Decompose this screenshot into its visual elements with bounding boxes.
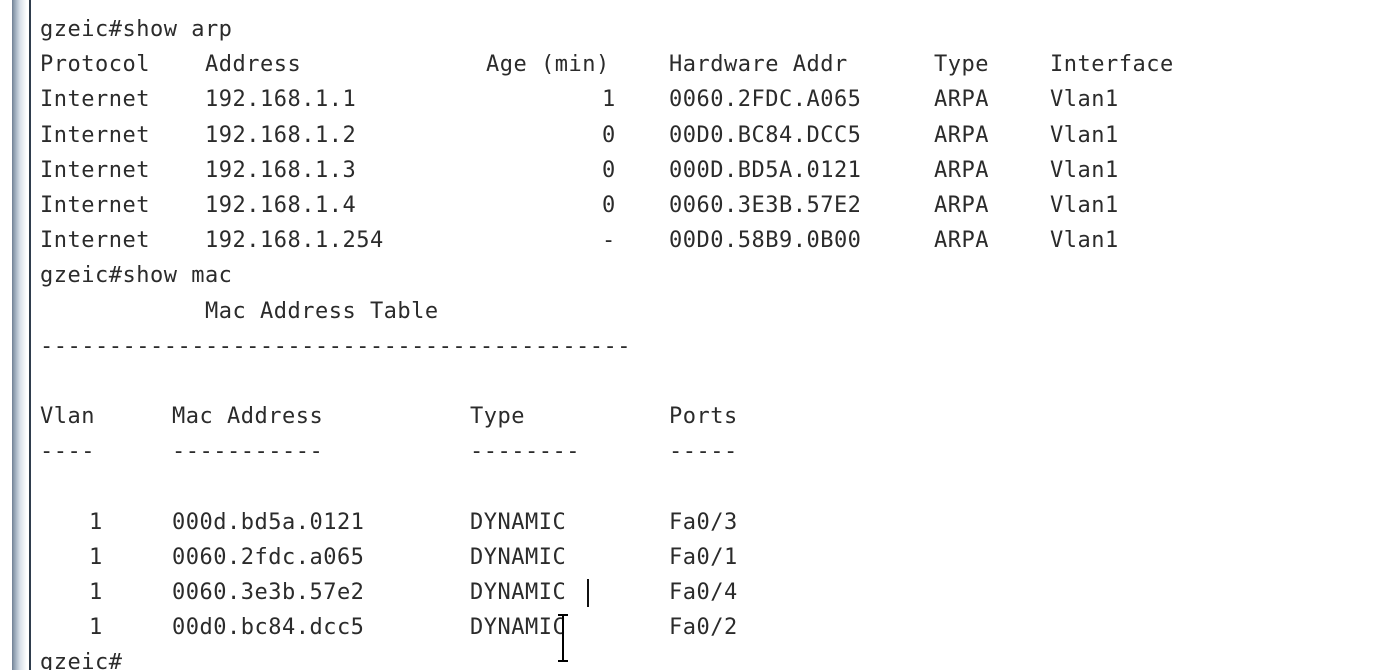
mac-header-type: Type bbox=[470, 404, 525, 430]
arp-address: 192.168.1.1 bbox=[205, 87, 357, 113]
terminal-window: gzeic#show arp Protocol Address Age (min… bbox=[0, 0, 1392, 670]
arp-type: ARPA bbox=[934, 122, 989, 148]
arp-row: Internet 192.168.1.2 0 00D0.BC84.DCC5 AR… bbox=[40, 118, 1380, 153]
mac-port: Fa0/4 bbox=[669, 580, 738, 605]
arp-age: 0 bbox=[602, 192, 616, 218]
arp-age: 0 bbox=[602, 157, 616, 183]
mac-address: 0060.2fdc.a065 bbox=[172, 544, 365, 570]
arp-header-row: Protocol Address Age (min) Hardware Addr… bbox=[40, 47, 1380, 82]
cli-prompt[interactable]: gzeic# bbox=[40, 645, 122, 670]
mac-header-mac-address: Mac Address bbox=[172, 404, 324, 430]
arp-row: Internet 192.168.1.1 1 0060.2FDC.A065 AR… bbox=[40, 82, 1380, 117]
arp-protocol: Internet bbox=[40, 87, 150, 113]
terminal-output[interactable]: gzeic#show arp Protocol Address Age (min… bbox=[40, 12, 1380, 670]
mac-type: DYNAMIC bbox=[470, 544, 567, 570]
arp-interface: Vlan1 bbox=[1050, 228, 1119, 254]
window-left-border bbox=[0, 0, 27, 670]
arp-header-hardware-addr: Hardware Addr bbox=[669, 52, 848, 78]
arp-type: ARPA bbox=[934, 192, 989, 218]
arp-address: 192.168.1.2 bbox=[205, 122, 357, 148]
mac-underline-mac-address: ----------- bbox=[172, 439, 324, 465]
arp-address: 192.168.1.3 bbox=[205, 157, 357, 183]
arp-header-address: Address bbox=[205, 52, 302, 78]
arp-row: Internet 192.168.1.4 0 0060.3E3B.57E2 AR… bbox=[40, 188, 1380, 223]
mac-title-line: Mac Address Table bbox=[40, 294, 1380, 329]
mac-header-row: Vlan Mac Address Type Ports bbox=[40, 399, 1380, 434]
mac-rule-line: ----------------------------------------… bbox=[40, 329, 1380, 364]
mac-row: 1 0060.3e3b.57e2 DYNAMIC Fa0/4 bbox=[40, 575, 1380, 610]
mac-address: 00d0.bc84.dcc5 bbox=[172, 615, 365, 641]
mac-header-underline-row: ---- ----------- -------- ----- bbox=[40, 434, 1380, 469]
arp-row: Internet 192.168.1.254 - 00D0.58B9.0B00 … bbox=[40, 223, 1380, 258]
arp-interface: Vlan1 bbox=[1050, 192, 1119, 218]
mac-underline-type: -------- bbox=[470, 439, 580, 465]
mac-underline-vlan: ---- bbox=[40, 439, 95, 465]
mac-type: DYNAMIC bbox=[470, 615, 567, 641]
mac-table-rule: ----------------------------------------… bbox=[40, 333, 632, 359]
text-caret bbox=[587, 579, 589, 607]
mac-port: Fa0/2 bbox=[669, 615, 738, 641]
prompt-line: gzeic# bbox=[40, 645, 1380, 670]
mac-type: DYNAMIC bbox=[470, 509, 567, 535]
arp-interface: Vlan1 bbox=[1050, 122, 1119, 148]
arp-hardware-addr: 00D0.58B9.0B00 bbox=[669, 228, 862, 254]
arp-age: - bbox=[602, 228, 616, 254]
arp-address: 192.168.1.254 bbox=[205, 228, 384, 254]
mac-vlan: 1 bbox=[89, 580, 103, 605]
arp-header-age: Age (min) bbox=[486, 52, 610, 78]
arp-protocol: Internet bbox=[40, 122, 150, 148]
arp-protocol: Internet bbox=[40, 157, 150, 183]
mac-table-title: Mac Address Table bbox=[205, 298, 439, 324]
arp-type: ARPA bbox=[934, 87, 989, 113]
arp-hardware-addr: 0060.3E3B.57E2 bbox=[669, 192, 862, 218]
arp-hardware-addr: 00D0.BC84.DCC5 bbox=[669, 122, 862, 148]
mac-row: 1 0060.2fdc.a065 DYNAMIC Fa0/1 bbox=[40, 540, 1380, 575]
mac-row: 1 000d.bd5a.0121 DYNAMIC Fa0/3 bbox=[40, 505, 1380, 540]
mac-type: DYNAMIC bbox=[470, 580, 567, 605]
mac-vlan: 1 bbox=[89, 544, 103, 570]
mac-command: gzeic#show mac bbox=[40, 263, 233, 289]
mac-address: 0060.3e3b.57e2 bbox=[172, 580, 365, 605]
arp-age: 1 bbox=[602, 87, 616, 113]
arp-type: ARPA bbox=[934, 228, 989, 254]
arp-age: 0 bbox=[602, 122, 616, 148]
arp-hardware-addr: 000D.BD5A.0121 bbox=[669, 157, 862, 183]
ibeam-cursor-icon bbox=[557, 612, 569, 664]
arp-type: ARPA bbox=[934, 157, 989, 183]
mac-address: 000d.bd5a.0121 bbox=[172, 509, 365, 535]
mac-port: Fa0/3 bbox=[669, 509, 738, 535]
arp-protocol: Internet bbox=[40, 192, 150, 218]
arp-command: gzeic#show arp bbox=[40, 17, 233, 42]
arp-hardware-addr: 0060.2FDC.A065 bbox=[669, 87, 862, 113]
mac-header-vlan: Vlan bbox=[40, 404, 95, 430]
arp-header-type: Type bbox=[934, 52, 989, 78]
arp-interface: Vlan1 bbox=[1050, 157, 1119, 183]
mac-vlan: 1 bbox=[89, 615, 103, 641]
mac-underline-ports: ----- bbox=[669, 439, 738, 465]
arp-interface: Vlan1 bbox=[1050, 87, 1119, 113]
arp-command-line: gzeic#show arp bbox=[40, 12, 1380, 47]
arp-header-protocol: Protocol bbox=[40, 52, 150, 78]
mac-command-line: gzeic#show mac bbox=[40, 258, 1380, 293]
mac-port: Fa0/1 bbox=[669, 544, 738, 570]
arp-header-interface: Interface bbox=[1050, 52, 1174, 78]
arp-row: Internet 192.168.1.3 0 000D.BD5A.0121 AR… bbox=[40, 153, 1380, 188]
arp-protocol: Internet bbox=[40, 228, 150, 254]
window-left-divider bbox=[29, 0, 31, 670]
mac-vlan: 1 bbox=[89, 509, 103, 535]
mac-row: 1 00d0.bc84.dcc5 DYNAMIC Fa0/2 bbox=[40, 610, 1380, 645]
arp-address: 192.168.1.4 bbox=[205, 192, 357, 218]
mac-header-ports: Ports bbox=[669, 404, 738, 430]
